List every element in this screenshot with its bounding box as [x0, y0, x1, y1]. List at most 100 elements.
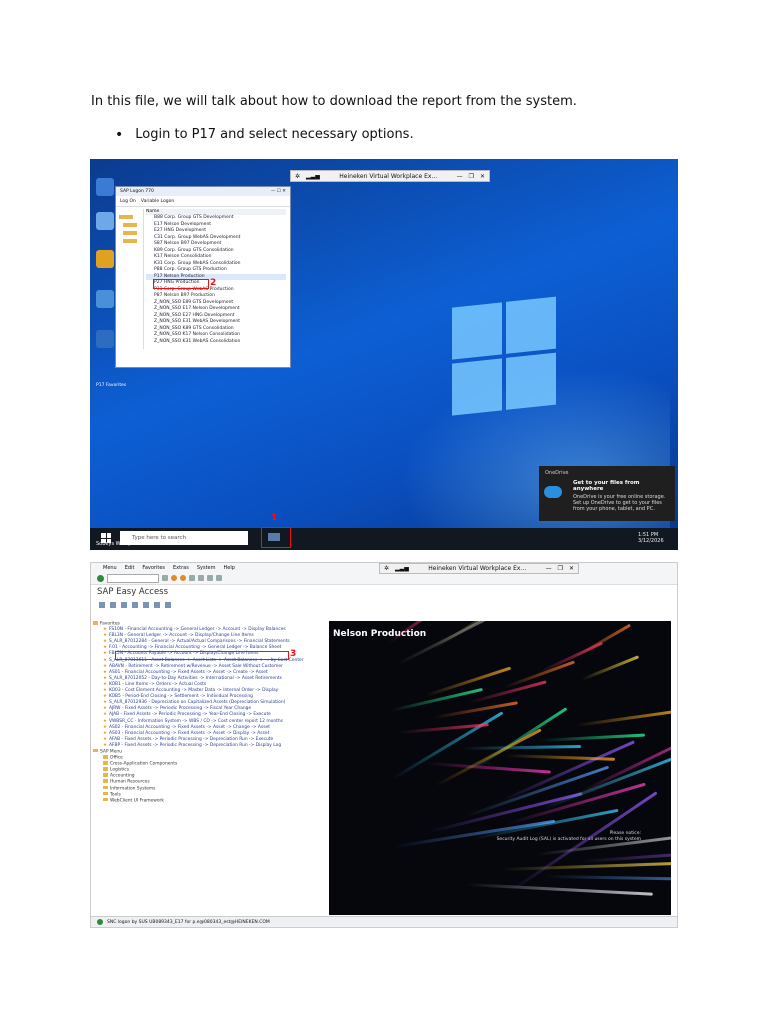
command-field[interactable]: [107, 573, 159, 583]
easy-access-title: SAP Easy Access: [97, 587, 169, 597]
favorite-label: AS01 - Financial Accounting -> Fixed Ass…: [108, 669, 268, 675]
bullet-text: Login to P17 and select necessary option…: [135, 127, 414, 142]
folder-icon: [103, 767, 108, 771]
pin-icon[interactable]: ✲: [384, 565, 389, 572]
signal-icon: ▂▃▅: [395, 565, 409, 572]
logon-button[interactable]: Log On: [120, 199, 136, 204]
favorite-star-icon: ★: [103, 663, 107, 669]
toast-body: OneDrive is your free online storage. Se…: [573, 494, 666, 512]
desktop-icon-sap[interactable]: [96, 330, 114, 348]
bullet-dot: •: [115, 127, 124, 143]
toast-app: OneDrive: [545, 470, 569, 476]
logon-title-bar: SAP Logon 770 — ☐ ✕: [116, 187, 290, 196]
favorite-label: S_ALR_87012052 - Day-to-Day Activities -…: [108, 675, 282, 681]
menu-item[interactable]: Favorites: [142, 565, 165, 571]
window-controls-icon[interactable]: — ☐ ✕: [271, 189, 286, 194]
sap-logon-window[interactable]: SAP Logon 770 — ☐ ✕ Log On Variable Logo…: [115, 186, 291, 368]
status-ok-icon: [97, 919, 103, 925]
back-icon[interactable]: [162, 575, 168, 581]
favorite-star-icon: ★: [103, 627, 107, 633]
sap-menu-label: Tools: [110, 791, 121, 797]
restore-icon[interactable]: ❐: [558, 565, 563, 572]
status-bar: SNC logon by SUS UB089343_E17 for p.e@08…: [91, 916, 677, 927]
favorite-label: KOB1 - Line Items -> Orders -> Actual Co…: [108, 681, 207, 687]
restore-icon[interactable]: ❐: [469, 173, 474, 180]
print-icon[interactable]: [189, 575, 195, 581]
close-icon[interactable]: ✕: [569, 565, 574, 572]
virtual-workplace-bar-2[interactable]: ✲ ▂▃▅ Heineken Virtual Workplace Ex... —…: [379, 563, 579, 574]
favorite-star-icon: ★: [103, 742, 107, 748]
onedrive-toast[interactable]: OneDrive Get to your files from anywhere…: [539, 466, 675, 521]
favorite-star-icon: ★: [103, 736, 107, 742]
sap-menu-label: Information Systems: [110, 785, 156, 791]
highlight-box-3: [115, 651, 289, 660]
menu-tree[interactable]: Favorites ★ FS10N - Financial Accounting …: [93, 621, 327, 915]
sap-taskbar-icon[interactable]: [268, 533, 280, 541]
move-down-icon[interactable]: [165, 602, 171, 608]
virtual-workplace-bar[interactable]: ✲ ▂▃▅ Heineken Virtual Workplace Ex... —…: [290, 170, 490, 182]
delete-favorite-icon[interactable]: [143, 602, 149, 608]
desktop-icon-app[interactable]: [96, 290, 114, 308]
favorite-label: AS02 - Financial Accounting -> Fixed Ass…: [108, 724, 270, 730]
favorite-star-icon: ★: [103, 730, 107, 736]
favorite-star-icon: ★: [103, 651, 107, 657]
minimize-icon[interactable]: —: [457, 173, 463, 180]
desktop-icon-recycle[interactable]: [96, 178, 114, 196]
help-icon[interactable]: [216, 575, 222, 581]
light-streak: [540, 733, 645, 742]
folder-icon: [103, 779, 108, 783]
sap-menu-icon[interactable]: [110, 602, 116, 608]
favorite-star-icon: ★: [103, 639, 107, 645]
bullet-item: • Login to P17 and select necessary opti…: [115, 127, 414, 143]
favorite-star-icon: ★: [103, 633, 107, 639]
logon-tree[interactable]: [119, 209, 144, 349]
folder-icon: [103, 755, 108, 759]
edit-favorite-icon[interactable]: [132, 602, 138, 608]
light-streak: [462, 744, 582, 750]
favorite-star-icon: ★: [103, 724, 107, 730]
favorite-star-icon: ★: [103, 700, 107, 706]
nelson-production-art: Nelson Production Please notice: Securit…: [329, 621, 671, 915]
clock: 1:51 PM 3/12/2026: [638, 532, 664, 544]
favorite-label: AFBP - Fixed Assets -> Periodic Processi…: [108, 742, 282, 748]
folder-icon: [103, 797, 108, 802]
marker-1: 1: [271, 513, 278, 523]
pin-icon[interactable]: ✲: [295, 173, 300, 180]
favorite-star-icon: ★: [103, 706, 107, 712]
folder-icon: [103, 785, 108, 790]
clock-date: 3/12/2026: [638, 538, 664, 544]
favorites-icon[interactable]: [99, 602, 105, 608]
marker-3: 3: [290, 649, 297, 659]
menu-item[interactable]: Help: [223, 565, 234, 571]
menu-item[interactable]: Menu: [103, 565, 117, 571]
desktop-icon-folder[interactable]: [96, 250, 114, 268]
signal-icon: ▂▃▅: [306, 172, 320, 180]
exit-icon[interactable]: [171, 575, 177, 581]
menu-item[interactable]: Edit: [125, 565, 135, 571]
add-favorite-icon[interactable]: [121, 602, 127, 608]
light-streak: [501, 861, 671, 871]
user-label: Sobeys Workplace: [96, 541, 142, 547]
variable-logon-button[interactable]: Variable Logon: [141, 199, 174, 204]
find-icon[interactable]: [198, 575, 204, 581]
desktop-icon-chrome[interactable]: [96, 212, 114, 230]
menu-item[interactable]: Extras: [173, 565, 189, 571]
folder-icon: [103, 773, 108, 777]
layout-icon[interactable]: [207, 575, 213, 581]
move-up-icon[interactable]: [154, 602, 160, 608]
cancel-icon[interactable]: [180, 575, 186, 581]
sap-menu-item[interactable]: WebClient UI Framework: [93, 797, 327, 804]
minimize-icon[interactable]: —: [546, 565, 552, 572]
desktop-caption: P17 Favorites: [96, 383, 127, 388]
logon-title: SAP Logon 770: [120, 189, 154, 194]
light-streak: [581, 655, 640, 681]
favorite-star-icon: ★: [103, 669, 107, 675]
enter-icon[interactable]: [97, 574, 104, 582]
close-icon[interactable]: ✕: [480, 173, 485, 180]
light-streak: [433, 701, 518, 719]
favorite-label: S_ALR_87012284 - General -> Actual/Actua…: [108, 639, 290, 645]
system-row[interactable]: Z_NON_SSO K31 WebAS Consolidation: [146, 339, 286, 346]
folder-icon: [103, 761, 108, 765]
favorite-label: KOB5 - Period-End Closing -> Settlement …: [108, 694, 253, 700]
menu-item[interactable]: System: [197, 565, 216, 571]
